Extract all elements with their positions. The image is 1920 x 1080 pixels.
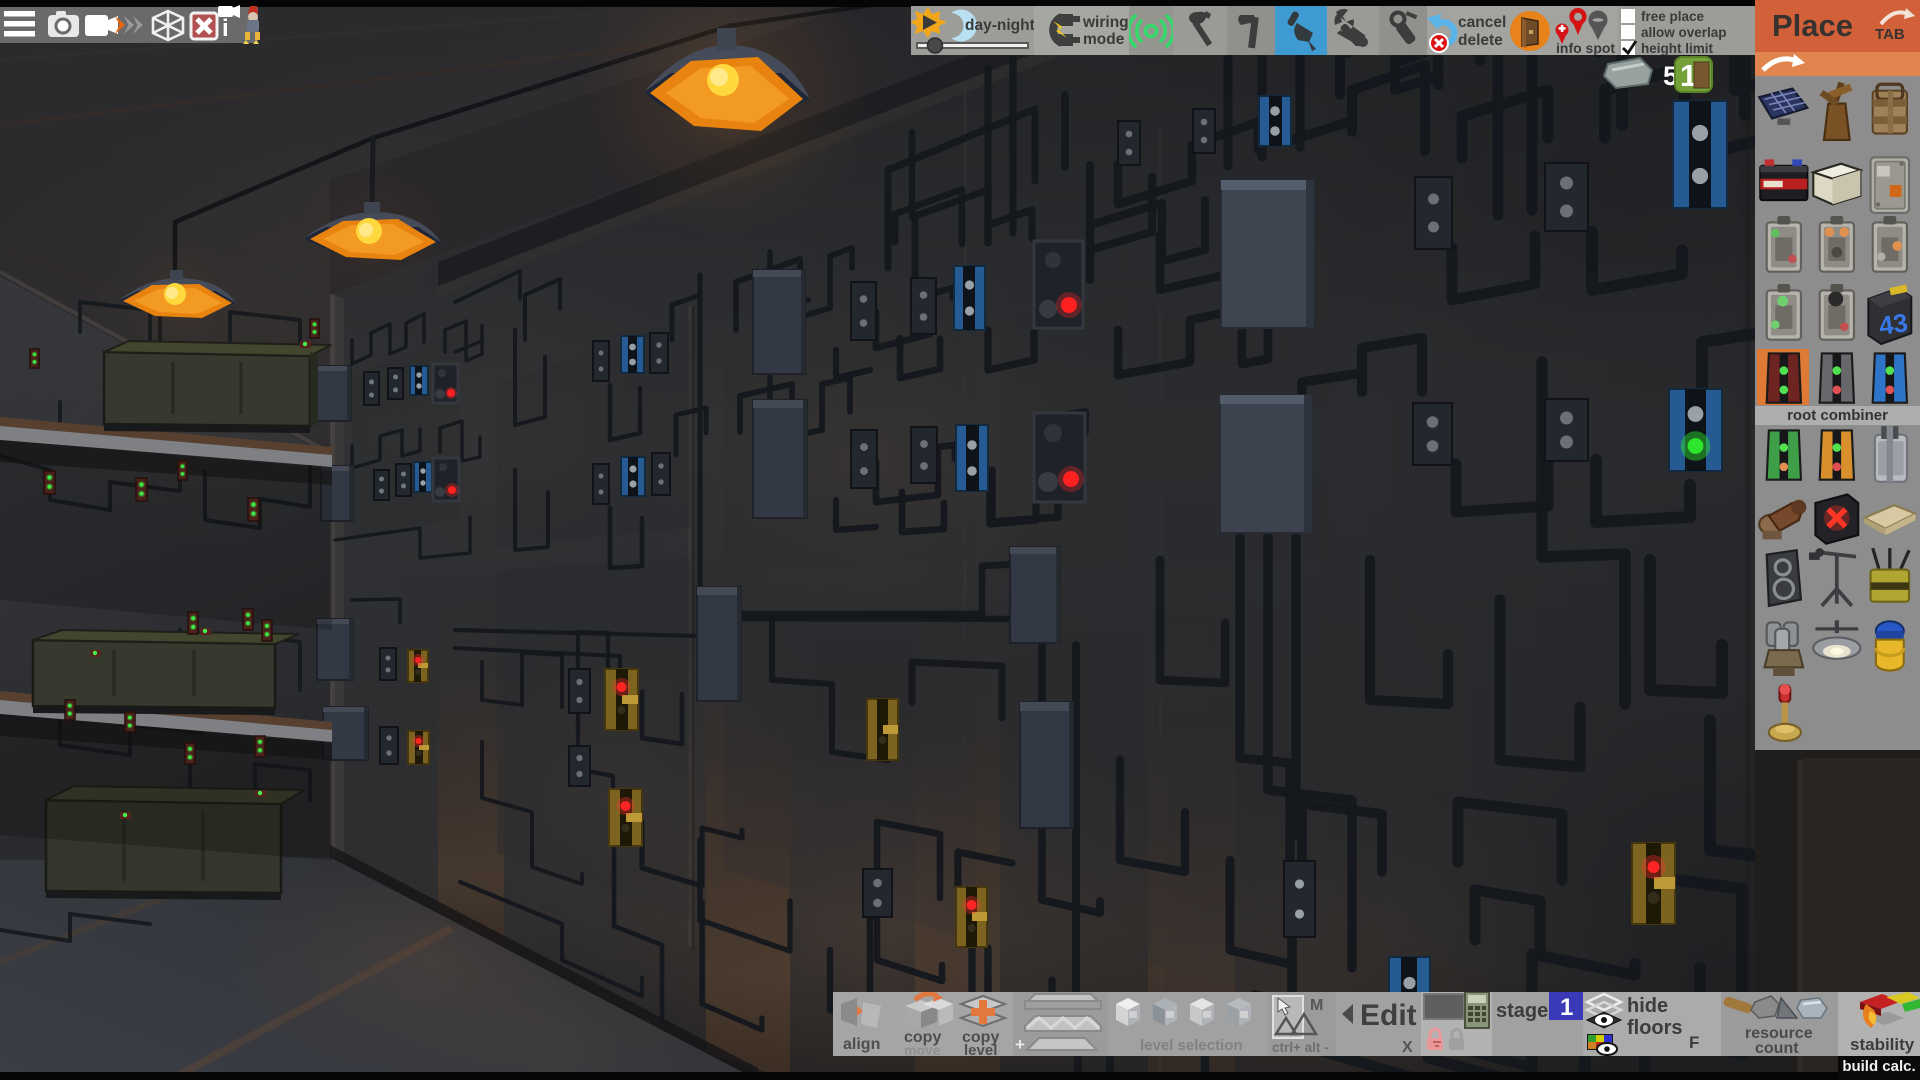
svg-text:align: align (843, 1036, 880, 1053)
svg-text:hide: hide (1627, 995, 1668, 1017)
svg-text:X: X (1402, 1039, 1413, 1056)
svg-text:stage: stage (1496, 1000, 1548, 1022)
svg-text:delete: delete (1458, 32, 1503, 49)
svg-text:level selection: level selection (1140, 1037, 1243, 1054)
svg-text:move: move (904, 1042, 941, 1056)
svg-text:wiring: wiring (1082, 14, 1129, 31)
svg-text:floors: floors (1627, 1017, 1683, 1039)
svg-text:info spot: info spot (1556, 40, 1615, 55)
svg-text:mode: mode (1083, 31, 1125, 48)
svg-text:allow overlap: allow overlap (1641, 25, 1727, 40)
svg-text:43: 43 (1877, 309, 1909, 341)
svg-text:stability: stability (1850, 1035, 1915, 1054)
svg-text:cancel: cancel (1458, 14, 1506, 31)
svg-text:M: M (1310, 997, 1323, 1014)
svg-text:level: level (964, 1042, 997, 1056)
svg-text:count: count (1755, 1040, 1799, 1056)
svg-text:1: 1 (1560, 994, 1573, 1021)
svg-text:Edit: Edit (1360, 999, 1417, 1032)
svg-text:height limit: height limit (1641, 41, 1714, 55)
svg-text:+: + (1015, 1035, 1025, 1054)
svg-text:free place: free place (1641, 9, 1705, 24)
svg-text:ctrl+ alt -: ctrl+ alt - (1272, 1040, 1329, 1055)
svg-text:day-night: day-night (965, 17, 1034, 34)
svg-text:F: F (1689, 1033, 1699, 1052)
